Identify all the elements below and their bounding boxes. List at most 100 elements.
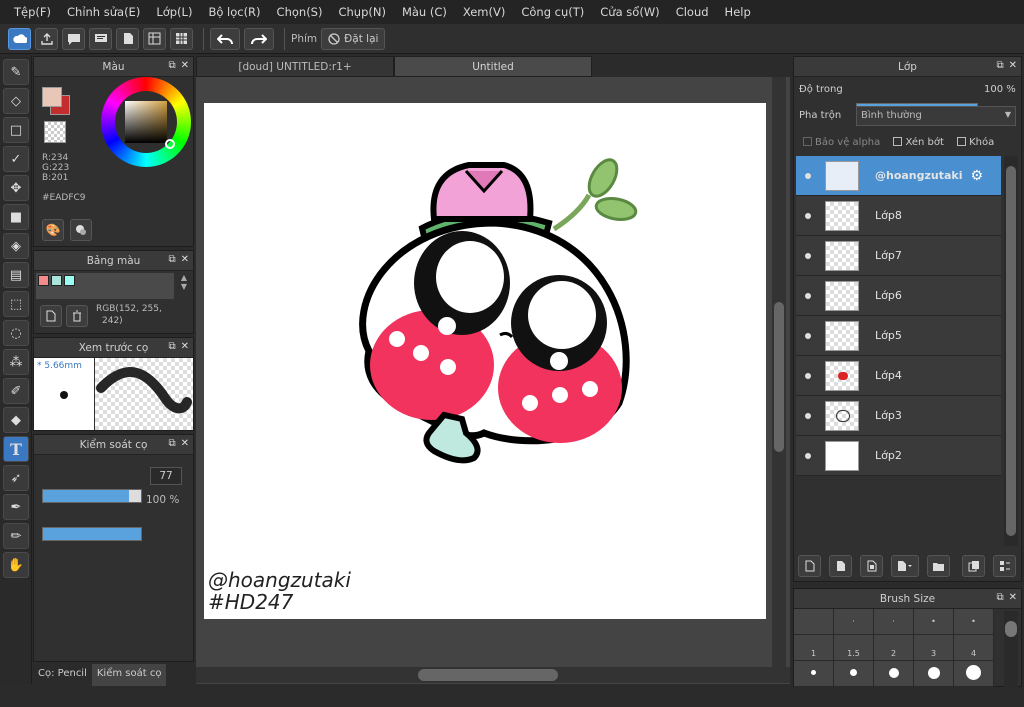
hand-tool-icon[interactable]: ✋: [3, 552, 29, 578]
menu-color[interactable]: Màu (C): [394, 5, 455, 19]
blend-mode-select[interactable]: Bình thường ▼: [856, 106, 1016, 126]
new-layer-icon[interactable]: [798, 555, 821, 577]
cloud-icon[interactable]: [8, 27, 31, 50]
tab-doud-untitled[interactable]: [doud] UNTITLED:r1+: [196, 56, 394, 77]
drawing-canvas[interactable]: @hoangzutaki #HD247: [204, 103, 766, 619]
palette-swatch[interactable]: [51, 275, 62, 286]
layer-row[interactable]: Lớp4: [796, 356, 1001, 396]
clip-checkbox[interactable]: Xén bớt: [893, 137, 944, 148]
layer-add-menu-icon[interactable]: [891, 555, 919, 577]
layer-row[interactable]: Lớp5: [796, 316, 1001, 356]
new-palette-icon[interactable]: [40, 305, 62, 327]
lock-checkbox[interactable]: Khóa: [957, 137, 994, 148]
close-icon[interactable]: ✕: [1009, 60, 1017, 71]
layer-row[interactable]: Lớp7: [796, 236, 1001, 276]
menu-view[interactable]: Xem(V): [455, 5, 513, 19]
close-icon[interactable]: ✕: [181, 254, 189, 265]
float-icon[interactable]: ⧉: [168, 438, 175, 449]
brush-size-cell[interactable]: [874, 661, 914, 687]
eye-icon[interactable]: [805, 412, 811, 419]
duplicate-layer-icon[interactable]: [962, 555, 985, 577]
hue-handle[interactable]: [165, 139, 175, 149]
brush-size-cell[interactable]: [794, 661, 834, 687]
menu-tools[interactable]: Công cụ(T): [513, 5, 592, 19]
new-layer-1bit-icon[interactable]: [860, 555, 883, 577]
brush-size-slider[interactable]: [42, 489, 142, 503]
eye-icon[interactable]: [805, 172, 811, 179]
comment-icon[interactable]: [89, 27, 112, 50]
tab-brush-control[interactable]: Kiểm soát cọ: [91, 664, 167, 686]
close-icon[interactable]: ✕: [1009, 592, 1017, 603]
menu-capture[interactable]: Chụp(N): [330, 5, 393, 19]
eye-icon[interactable]: [805, 212, 811, 219]
brush-size-cell[interactable]: [834, 661, 874, 687]
menu-help[interactable]: Help: [717, 5, 759, 19]
brush-size-cell[interactable]: 4: [954, 635, 994, 661]
saturation-value-square[interactable]: [125, 101, 167, 143]
palette-icon[interactable]: 🎨: [42, 219, 64, 241]
brush-size-cell[interactable]: •: [914, 609, 954, 635]
lasso-tool-icon[interactable]: ◌: [3, 320, 29, 346]
menu-file[interactable]: Tệp(F): [6, 5, 59, 19]
eye-icon[interactable]: [805, 332, 811, 339]
grid-icon[interactable]: [170, 27, 193, 50]
close-icon[interactable]: ✕: [181, 60, 189, 71]
magic-wand-icon[interactable]: ⁂: [3, 349, 29, 375]
layer-scrollbar[interactable]: [1004, 156, 1018, 546]
layer-row[interactable]: Lớp6: [796, 276, 1001, 316]
menu-select[interactable]: Chọn(S): [269, 5, 331, 19]
menu-filter[interactable]: Bộ lọc(R): [200, 5, 268, 19]
float-icon[interactable]: ⧉: [996, 60, 1003, 71]
menu-cloud[interactable]: Cloud: [668, 5, 717, 19]
menu-layer[interactable]: Lớp(L): [148, 5, 200, 19]
eye-icon[interactable]: [805, 292, 811, 299]
palette-swatch[interactable]: [38, 275, 49, 286]
float-icon[interactable]: ⧉: [168, 254, 175, 265]
layer-row[interactable]: Lớp8: [796, 196, 1001, 236]
operation-tool-icon[interactable]: ➶: [3, 465, 29, 491]
brush-size-cell[interactable]: 1: [794, 635, 834, 661]
vertical-scrollbar[interactable]: [772, 77, 786, 667]
horizontal-scrollbar[interactable]: [196, 667, 790, 683]
move-tool-icon[interactable]: ✥: [3, 175, 29, 201]
eye-icon[interactable]: [805, 252, 811, 259]
menu-edit[interactable]: Chỉnh sửa(E): [59, 5, 148, 19]
brush-size-cell[interactable]: 2: [874, 635, 914, 661]
fill-rect-tool-icon[interactable]: ■: [3, 204, 29, 230]
float-icon[interactable]: ⧉: [168, 341, 175, 352]
bucket-tool-icon[interactable]: ◈: [3, 233, 29, 259]
document-icon[interactable]: [116, 27, 139, 50]
redo-icon[interactable]: [244, 27, 274, 50]
brush-opacity-slider[interactable]: [42, 527, 142, 541]
check-tool-icon[interactable]: ✓: [3, 146, 29, 172]
brush-size-cell[interactable]: [954, 661, 994, 687]
brush-size-cell[interactable]: ·: [834, 609, 874, 635]
layout-icon[interactable]: [143, 27, 166, 50]
brush-size-cell[interactable]: [794, 609, 834, 635]
undo-icon[interactable]: [210, 27, 240, 50]
eraser-tool-icon[interactable]: ◇: [3, 88, 29, 114]
color-wheel[interactable]: [101, 77, 191, 167]
text-tool-icon[interactable]: T: [3, 436, 29, 462]
pen-tool-icon[interactable]: ✏: [3, 523, 29, 549]
brush-size-value[interactable]: 77: [150, 467, 182, 485]
brush-size-scroll-thumb[interactable]: [1005, 621, 1017, 637]
reset-button[interactable]: Đặt lại: [321, 27, 386, 50]
select-rect-icon[interactable]: ⬚: [3, 291, 29, 317]
layer-row[interactable]: Lớp2: [796, 436, 1001, 476]
tab-brush-pencil[interactable]: Cọ: Pencil: [33, 664, 92, 686]
eye-icon[interactable]: [805, 452, 811, 459]
brush-size-cell[interactable]: 3: [914, 635, 954, 661]
dropper-tool-icon[interactable]: ✒: [3, 494, 29, 520]
brush-size-cell[interactable]: •: [954, 609, 994, 635]
select-pen-icon[interactable]: ✐: [3, 378, 29, 404]
menu-window[interactable]: Cửa sổ(W): [592, 5, 667, 19]
float-icon[interactable]: ⧉: [168, 60, 175, 71]
folder-icon[interactable]: [927, 555, 950, 577]
color-mode-icon[interactable]: [70, 219, 92, 241]
gear-icon[interactable]: ⚙: [971, 168, 984, 184]
gradient-tool-icon[interactable]: ▤: [3, 262, 29, 288]
close-icon[interactable]: ✕: [181, 438, 189, 449]
tab-untitled[interactable]: Untitled: [394, 56, 592, 77]
layer-scroll-thumb[interactable]: [1006, 166, 1016, 536]
